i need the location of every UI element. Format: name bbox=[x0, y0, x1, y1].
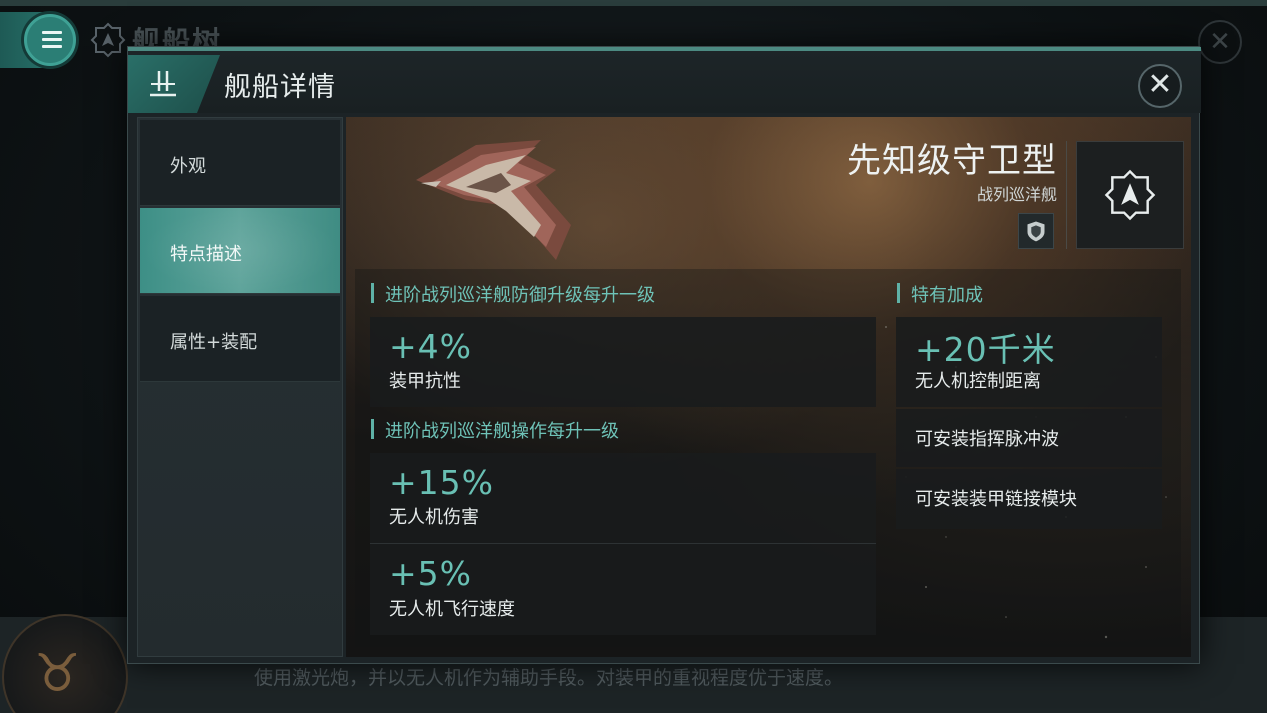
bonus-card-armor-resistance: +4% 装甲抗性 bbox=[370, 317, 876, 407]
operation-section-heading: 进阶战列巡洋舰操作每升一级 bbox=[371, 417, 619, 443]
close-icon[interactable]: ✕ bbox=[1138, 64, 1182, 108]
ship-class: 战列巡洋舰 bbox=[976, 185, 1057, 204]
shield-icon[interactable] bbox=[1018, 213, 1054, 249]
ship-image bbox=[416, 140, 571, 260]
bonus-card-command-burst: 可安装指挥脉冲波 bbox=[896, 409, 1162, 467]
header-tab bbox=[128, 55, 220, 113]
bonus-card-armor-link: 可安装装甲链接模块 bbox=[896, 469, 1162, 529]
defense-section-heading: 进阶战列巡洋舰防御升级每升一级 bbox=[371, 281, 655, 307]
hamburger-icon bbox=[42, 31, 62, 52]
shield-glyph bbox=[1027, 221, 1045, 242]
modal-title: 舰船详情 bbox=[224, 72, 336, 103]
bonus-label: 无人机控制距离 bbox=[915, 371, 1041, 392]
sidebar-item-label: 外观 bbox=[170, 156, 206, 177]
divider bbox=[370, 543, 876, 544]
menu-button[interactable] bbox=[0, 12, 78, 68]
sidebar-item-label: 属性+装配 bbox=[170, 332, 258, 353]
ship-tree-icon bbox=[90, 22, 126, 58]
background-close-icon[interactable]: ✕ bbox=[1198, 20, 1242, 64]
bonus-value: +20千米 bbox=[915, 330, 1056, 369]
bonus-value: +15% bbox=[389, 463, 494, 502]
ship-details-modal: 舰船详情 ✕ 外观 特点描述 属性+装配 先知级守卫型 战列巡洋舰 进阶战列巡洋… bbox=[127, 46, 1201, 664]
ship-name: 先知级守卫型 bbox=[847, 141, 1057, 181]
screen: 舰船树 ✕ ♉ 使用激光炮，并以无人机作为辅助手段。对装甲的重视程度优于速度。 … bbox=[0, 0, 1267, 713]
bonus-label: 无人机飞行速度 bbox=[389, 599, 515, 620]
sidebar-item-attributes-fitting[interactable]: 属性+装配 bbox=[140, 296, 340, 382]
bonus-label: 装甲抗性 bbox=[389, 371, 461, 392]
top-strip bbox=[0, 0, 1267, 6]
modal-header: 舰船详情 ✕ bbox=[128, 51, 1201, 113]
background-description: 使用激光炮，并以无人机作为辅助手段。对装甲的重视程度优于速度。 bbox=[254, 667, 844, 689]
sidebar-item-label: 特点描述 bbox=[170, 244, 242, 265]
bonus-panel: 进阶战列巡洋舰防御升级每升一级 +4% 装甲抗性 进阶战列巡洋舰操作每升一级 +… bbox=[355, 269, 1181, 647]
sidebar-item-appearance[interactable]: 外观 bbox=[140, 120, 340, 206]
bonus-card-operation: +15% 无人机伤害 +5% 无人机飞行速度 bbox=[370, 453, 876, 635]
vertical-separator bbox=[1066, 141, 1067, 249]
bonus-label: 可安装指挥脉冲波 bbox=[915, 429, 1059, 450]
bonus-value: +4% bbox=[389, 327, 473, 366]
ship-tree-icon bbox=[1104, 169, 1156, 221]
bonus-label: 可安装装甲链接模块 bbox=[915, 489, 1077, 510]
bonus-label: 无人机伤害 bbox=[389, 507, 479, 528]
ship-details-icon bbox=[150, 71, 176, 97]
sidebar-item-features[interactable]: 特点描述 bbox=[140, 208, 340, 294]
sidebar: 外观 特点描述 属性+装配 bbox=[137, 117, 343, 657]
bonus-card-drone-control-range: +20千米 无人机控制距离 bbox=[896, 317, 1162, 407]
content-area: 先知级守卫型 战列巡洋舰 进阶战列巡洋舰防御升级每升一级 +4% 装甲抗性 进阶… bbox=[346, 117, 1191, 657]
menu-ring bbox=[24, 14, 76, 66]
ship-tree-button[interactable] bbox=[1076, 141, 1184, 249]
bonus-value: +5% bbox=[389, 554, 473, 593]
special-section-heading: 特有加成 bbox=[897, 281, 983, 307]
